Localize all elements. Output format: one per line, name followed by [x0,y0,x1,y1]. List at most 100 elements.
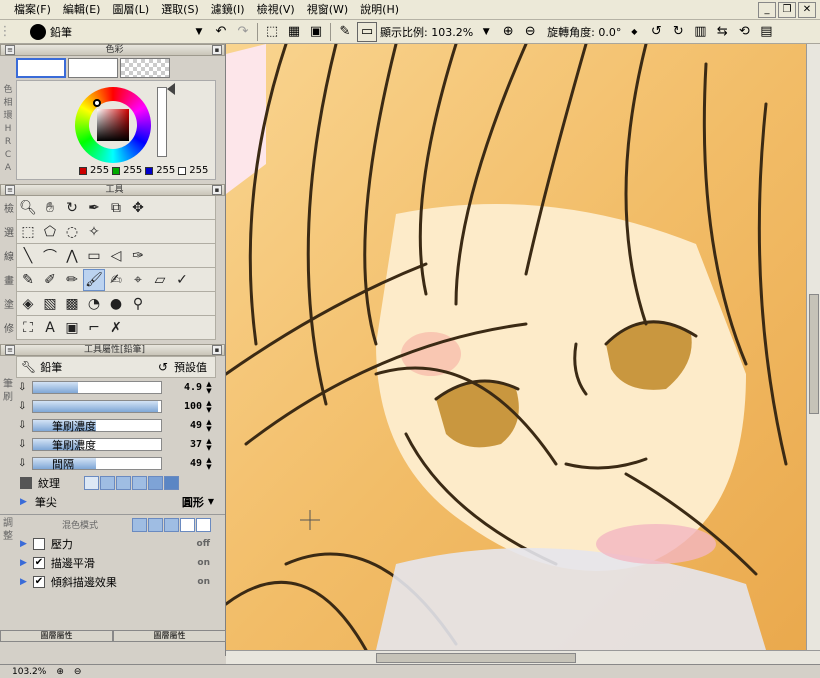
texture-cell[interactable] [84,475,99,490]
texture-cells[interactable] [84,475,180,490]
panel-close-icon[interactable]: ▪ [212,345,222,355]
magnifier-icon[interactable]: ● [105,293,127,315]
panel-close-icon[interactable]: ▪ [212,185,222,195]
side-tab-label[interactable]: R [0,136,16,149]
gradient-icon[interactable]: ▧ [39,293,61,315]
expand-arrow-icon[interactable]: ▶ [20,577,27,587]
side-tab-label[interactable]: H [0,123,16,136]
select-all-icon[interactable]: ▦ [284,22,304,42]
ellipse-icon[interactable]: ◁ [105,245,127,267]
menu-select[interactable]: 選取(S) [155,0,205,20]
spin-arrows-icon[interactable]: ▲ ▼ [204,399,214,414]
rotate-icon[interactable]: ↻ [61,197,83,219]
polygon-select-icon[interactable]: ⬠ [39,221,61,243]
pen-icon[interactable]: ✑ [127,245,149,267]
panel-menu-icon[interactable]: ≡ [5,345,15,355]
stamp-icon[interactable]: ⚲ [127,293,149,315]
airbrush-icon[interactable]: ⌖ [127,269,149,291]
scroll-thumb[interactable] [376,653,576,663]
marker-icon[interactable]: ✏ [61,269,83,291]
menu-filter[interactable]: 濾鏡(I) [205,0,251,20]
blend-cell[interactable] [196,517,211,532]
bottom-tab[interactable]: 圖層屬性 [113,630,226,642]
blend-cell[interactable] [180,517,195,532]
pencil-icon[interactable]: ✎ [17,269,39,291]
expand-arrow-icon[interactable]: ▶ [20,539,27,549]
expand-arrow-icon[interactable]: ▶ [20,497,27,507]
pen-tool-icon[interactable]: ✐ [39,269,61,291]
horizontal-scrollbar[interactable] [226,650,820,664]
restore-icon[interactable]: ❐ [778,1,796,18]
zoom-out-icon[interactable]: ⊖ [520,22,540,42]
color-side-tabs[interactable]: 色相 環 H R C A [0,84,16,180]
rotate-left-icon[interactable]: ↺ [646,22,666,42]
deselect-icon[interactable]: ⬚ [262,22,282,42]
panel-close-icon[interactable]: ▪ [212,45,222,55]
prop-slider[interactable] [32,400,162,413]
color-panel-header[interactable]: ≡ 色彩 ▪ [0,44,225,56]
texture-cell[interactable] [132,475,147,490]
vertical-scrollbar[interactable] [806,44,820,650]
hand-icon[interactable]: ✋︎ [39,197,61,219]
magic-wand-icon[interactable]: ✧ [83,221,105,243]
blend-cell[interactable] [132,517,147,532]
undo-icon[interactable]: ↶ [211,22,231,42]
watercolor-icon[interactable]: ✍ [105,269,127,291]
sv-square[interactable] [97,109,129,141]
zoom-out-icon[interactable]: ⊖ [74,667,82,677]
reset-button[interactable]: 預設值 [174,359,207,375]
blend-cell[interactable] [164,517,179,532]
frame-icon[interactable]: ▣ [61,317,83,339]
option-checkbox[interactable]: ✔ [32,556,45,569]
layer-move-icon[interactable]: ⧉ [105,197,127,219]
side-tab-label[interactable]: C [0,149,16,162]
flip-icon[interactable]: ⇆ [712,22,732,42]
texture-checkbox[interactable] [20,476,32,489]
move-icon[interactable]: ✥ [127,197,149,219]
reset-view-icon[interactable]: ▥ [690,22,710,42]
spin-arrows-icon[interactable]: ▲ ▼ [204,380,214,395]
tip-value[interactable]: 圓形 [182,494,204,510]
ruler-toggle-icon[interactable]: ▭ [357,21,377,42]
spin-arrows-icon[interactable]: ▲ ▼ [204,418,214,433]
rect-select-icon[interactable]: ⬚ [17,221,39,243]
pattern-icon[interactable]: ▩ [61,293,83,315]
vector-eraser-icon[interactable]: ✗ [105,317,127,339]
dropdown-arrow-icon[interactable]: ▼ [476,22,496,42]
value-slider[interactable] [157,87,167,157]
texture-cell[interactable] [148,475,163,490]
pressure-icon[interactable]: ⇩ [18,382,26,393]
bottom-tab[interactable]: 圖層屬性 [0,630,113,642]
expand-arrow-icon[interactable]: ▶ [20,558,27,568]
zoom-in-icon[interactable]: ⊕ [498,22,518,42]
sub-color-swatch[interactable] [68,58,118,78]
main-color-swatch[interactable] [16,58,66,78]
panel-menu-icon[interactable]: ≡ [5,185,15,195]
spin-arrows-icon[interactable]: ▲ ▼ [204,437,214,452]
eyedropper-icon[interactable]: ✒ [83,197,105,219]
dropdown-arrow-icon[interactable]: ▼ [189,22,209,42]
blend-icon[interactable]: ✓ [171,269,193,291]
panel-menu-icon[interactable]: ≡ [5,45,15,55]
ruler-icon[interactable]: ⌐ [83,317,105,339]
menu-layer[interactable]: 圖層(L) [106,0,155,20]
rect-icon[interactable]: ▭ [83,245,105,267]
menu-window[interactable]: 視窗(W) [301,0,354,20]
pressure-icon[interactable]: ⇩ [18,401,26,412]
pen-stroke-icon[interactable]: ✎ [335,22,355,42]
texture-cell[interactable] [164,475,179,490]
zoom-icon[interactable]: 🔍︎ [17,197,39,219]
spin-arrows-icon[interactable]: ▲ ▼ [204,456,214,471]
tool-props-header[interactable]: ≡ 工具屬性[鉛筆] ▪ [0,344,225,356]
option-checkbox[interactable] [32,537,45,550]
camera-icon[interactable]: ▣ [306,22,326,42]
eraser-icon[interactable]: ▱ [149,269,171,291]
rotate-right-icon[interactable]: ↻ [668,22,688,42]
menu-file[interactable]: 檔案(F) [8,0,57,20]
pressure-icon[interactable]: ⇩ [18,458,26,469]
tool-panel-header[interactable]: ≡ 工具 ▪ [0,184,225,196]
reset-icon[interactable]: ↺ [158,360,168,374]
redo-icon[interactable]: ↷ [233,22,253,42]
menu-view[interactable]: 檢視(V) [251,0,301,20]
menu-help[interactable]: 說明(H) [354,0,405,20]
